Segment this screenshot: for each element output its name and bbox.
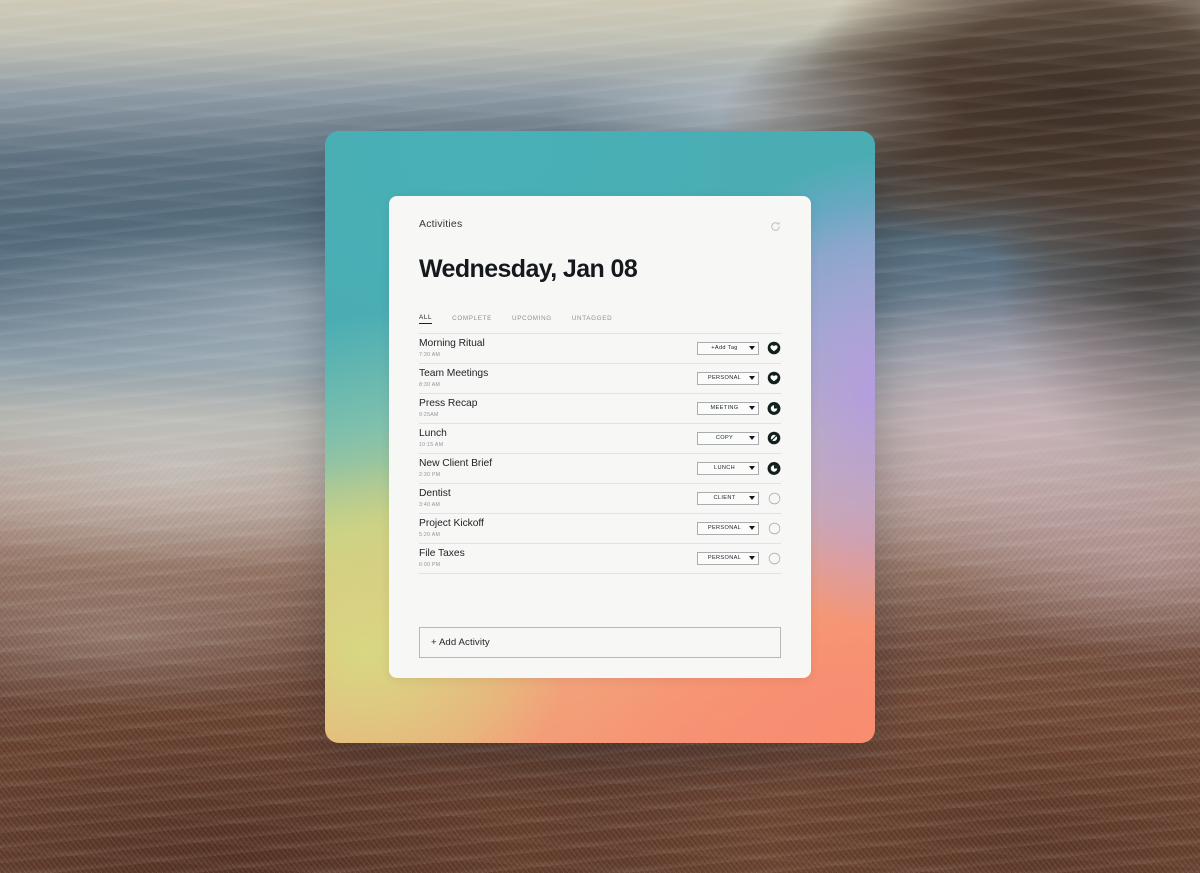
app-label: Activities bbox=[419, 218, 463, 230]
chevron-down-icon bbox=[749, 556, 755, 560]
task-info: Project Kickoff 5:20 AM bbox=[419, 518, 689, 537]
status-toggle-empty[interactable] bbox=[767, 491, 781, 505]
refresh-icon[interactable] bbox=[770, 219, 781, 231]
chevron-down-icon bbox=[749, 526, 755, 530]
tag-label: CLIENT bbox=[713, 495, 736, 501]
app-window: Activities Wednesday, Jan 08 ALL COMPLET… bbox=[325, 131, 875, 743]
status-toggle-empty[interactable] bbox=[767, 521, 781, 535]
task-info: Lunch 10:15 AM bbox=[419, 428, 689, 447]
task-row[interactable]: Dentist 3:40 AM CLIENT bbox=[419, 484, 781, 514]
chevron-down-icon bbox=[749, 406, 755, 410]
task-time: 2:30 PM bbox=[419, 471, 441, 478]
tag-dropdown[interactable]: LUNCH bbox=[697, 461, 759, 475]
task-row[interactable]: Team Meetings 8:30 AM PERSONAL bbox=[419, 364, 781, 394]
status-toggle-slash-filled[interactable] bbox=[767, 431, 781, 445]
task-list: Morning Ritual 7:30 AM +Add Tag Team Mee… bbox=[419, 332, 781, 574]
tab-complete[interactable]: COMPLETE bbox=[452, 315, 492, 324]
task-name: File Taxes bbox=[419, 548, 465, 560]
task-info: Press Recap 9:25AM bbox=[419, 398, 689, 417]
status-toggle-ring-filled[interactable] bbox=[767, 401, 781, 415]
task-time: 3:40 AM bbox=[419, 501, 441, 508]
task-name: Press Recap bbox=[419, 398, 478, 410]
task-info: New Client Brief 2:30 PM bbox=[419, 458, 689, 477]
status-toggle-heart-filled[interactable] bbox=[767, 341, 781, 355]
tag-label: MEETING bbox=[710, 405, 739, 411]
tag-dropdown[interactable]: MEETING bbox=[697, 401, 759, 415]
task-time: 5:20 AM bbox=[419, 531, 441, 538]
task-row[interactable]: Lunch 10:15 AM COPY bbox=[419, 424, 781, 454]
task-time: 7:30 AM bbox=[419, 351, 441, 358]
chevron-down-icon bbox=[749, 376, 755, 380]
task-row[interactable]: New Client Brief 2:30 PM LUNCH bbox=[419, 454, 781, 484]
task-row[interactable]: Project Kickoff 5:20 AM PERSONAL bbox=[419, 514, 781, 544]
task-name: Project Kickoff bbox=[419, 518, 484, 530]
task-info: Dentist 3:40 AM bbox=[419, 488, 689, 507]
task-row[interactable]: Press Recap 9:25AM MEETING bbox=[419, 394, 781, 424]
filter-tabs: ALL COMPLETE UPCOMING UNTAGGED bbox=[419, 310, 781, 324]
status-toggle-empty[interactable] bbox=[767, 551, 781, 565]
task-name: Team Meetings bbox=[419, 368, 489, 380]
tag-dropdown[interactable]: PERSONAL bbox=[697, 521, 759, 535]
task-name: Lunch bbox=[419, 428, 447, 440]
task-name: New Client Brief bbox=[419, 458, 493, 470]
card-spacer bbox=[419, 574, 781, 628]
tag-label: LUNCH bbox=[713, 465, 736, 471]
chevron-down-icon bbox=[749, 466, 755, 470]
task-time: 6:00 PM bbox=[419, 561, 441, 568]
tag-label: PERSONAL bbox=[707, 525, 742, 531]
status-toggle-ring-filled[interactable] bbox=[767, 461, 781, 475]
tag-dropdown[interactable]: PERSONAL bbox=[697, 371, 759, 385]
task-info: File Taxes 6:00 PM bbox=[419, 548, 689, 567]
status-toggle-heart-filled[interactable] bbox=[767, 371, 781, 385]
add-activity-button[interactable]: + Add Activity bbox=[419, 627, 781, 658]
task-name: Morning Ritual bbox=[419, 338, 485, 350]
card-topbar: Activities bbox=[419, 214, 781, 234]
chevron-down-icon bbox=[749, 436, 755, 440]
tag-dropdown[interactable]: PERSONAL bbox=[697, 551, 759, 565]
task-name: Dentist bbox=[419, 488, 451, 500]
tab-all[interactable]: ALL bbox=[419, 314, 433, 324]
task-time: 8:30 AM bbox=[419, 381, 441, 388]
tag-dropdown[interactable]: CLIENT bbox=[697, 491, 759, 505]
task-info: Morning Ritual 7:30 AM bbox=[419, 338, 689, 357]
chevron-down-icon bbox=[749, 496, 755, 500]
tag-dropdown[interactable]: COPY bbox=[697, 431, 759, 445]
tag-label: +Add Tag bbox=[711, 345, 738, 351]
page-title: Wednesday, Jan 08 bbox=[419, 255, 638, 283]
tag-label: PERSONAL bbox=[707, 375, 742, 381]
tag-label: PERSONAL bbox=[707, 555, 742, 561]
task-row[interactable]: Morning Ritual 7:30 AM +Add Tag bbox=[419, 334, 781, 364]
task-info: Team Meetings 8:30 AM bbox=[419, 368, 689, 387]
task-time: 10:15 AM bbox=[419, 441, 444, 448]
task-row[interactable]: File Taxes 6:00 PM PERSONAL bbox=[419, 544, 781, 574]
chevron-down-icon bbox=[749, 346, 755, 350]
tab-untagged[interactable]: UNTAGGED bbox=[572, 315, 612, 324]
activities-card: Activities Wednesday, Jan 08 ALL COMPLET… bbox=[389, 196, 811, 678]
tab-upcoming[interactable]: UPCOMING bbox=[512, 315, 552, 324]
tag-label: COPY bbox=[715, 435, 734, 441]
task-time: 9:25AM bbox=[419, 411, 439, 418]
tag-dropdown[interactable]: +Add Tag bbox=[697, 341, 759, 355]
